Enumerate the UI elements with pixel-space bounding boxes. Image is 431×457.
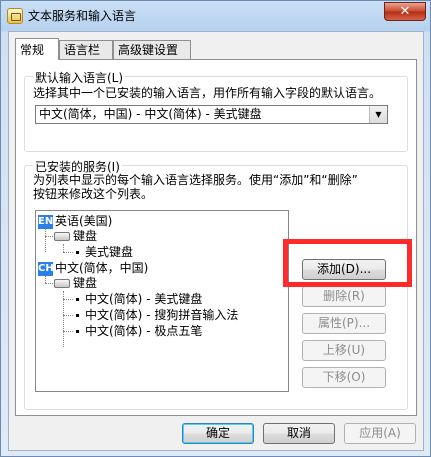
keyboard-icon	[54, 279, 70, 288]
properties-button[interactable]: 属性(P)...	[302, 313, 386, 334]
annotation-highlight-box	[283, 239, 412, 287]
tree-item[interactable]: 中文(简体) - 美式键盘	[76, 291, 202, 307]
tree-item-label: 美式键盘	[85, 245, 134, 259]
default-language-value: 中文(简体，中国) - 中文(简体) - 美式键盘	[39, 107, 262, 121]
language-badge-ch: CH	[38, 261, 54, 276]
tree-item-label: 中文(简体) - 美式键盘	[85, 292, 203, 306]
tree-connector	[63, 331, 73, 332]
bullet-icon	[76, 251, 79, 254]
keyboard-app-icon	[7, 8, 23, 24]
tree-group-label: 键盘	[73, 276, 98, 290]
default-language-description: 选择其中一个已安装的输入语言，用作所有输入字段的默认语言。	[33, 86, 382, 100]
tree-item[interactable]: 中文(简体) - 极点五笔	[76, 323, 202, 339]
language-badge-en: EN	[38, 214, 54, 229]
services-tree[interactable]: EN 英语(美国) 键盘 美式键盘 CH中文(简体，中国) 键盘 中文(简体) …	[35, 210, 289, 392]
tab-general[interactable]: 常规	[15, 38, 59, 60]
tree-node-english[interactable]: EN 英语(美国)	[38, 213, 112, 229]
default-language-group: 默认输入语言(L) 选择其中一个已安装的输入语言，用作所有输入字段的默认语言。 …	[24, 69, 408, 152]
tab-panel-general: 默认输入语言(L) 选择其中一个已安装的输入语言，用作所有输入字段的默认语言。 …	[15, 59, 417, 416]
tree-connector	[63, 244, 64, 252]
bullet-icon	[76, 330, 79, 333]
default-language-select[interactable]: 中文(简体，中国) - 中文(简体) - 美式键盘 ▼	[35, 105, 388, 124]
apply-button[interactable]: 应用(A)	[344, 423, 416, 444]
tab-advanced-key-settings[interactable]: 高级键设置	[113, 40, 191, 59]
move-down-button[interactable]: 下移(O)	[302, 367, 386, 388]
language-label: 中文(简体，中国)	[55, 261, 149, 275]
tree-node-english-keyboard[interactable]: 键盘	[54, 228, 97, 244]
language-label: 英语(美国)	[55, 214, 113, 228]
tree-item[interactable]: 中文(简体) - 搜狗拼音输入法	[76, 307, 238, 323]
dialog-window: 文本服务和输入语言 ✕ 常规 语言栏 高级键设置 默认输入语言(L) 选择其中一…	[0, 0, 431, 457]
move-up-button[interactable]: 上移(U)	[302, 340, 386, 361]
tree-connector	[63, 299, 73, 300]
bullet-icon	[76, 298, 79, 301]
installed-services-description-1: 为列表中显示的每个输入语言选择服务。使用“添加”和“删除”	[33, 173, 358, 187]
tree-group-label: 键盘	[73, 229, 98, 243]
title-bar[interactable]: 文本服务和输入语言 ✕	[1, 1, 430, 31]
chevron-down-icon[interactable]: ▼	[369, 106, 387, 123]
window-title: 文本服务和输入语言	[28, 9, 137, 23]
installed-services-group: 已安装的服务(I) 为列表中显示的每个输入语言选择服务。使用“添加”和“删除” …	[24, 158, 408, 410]
ok-button[interactable]: 确定	[182, 423, 254, 444]
tree-item-label: 中文(简体) - 搜狗拼音输入法	[85, 308, 239, 322]
tree-connector	[63, 252, 73, 253]
tree-connector	[45, 228, 46, 252]
default-language-title: 默认输入语言(L)	[33, 69, 126, 86]
tree-connector	[63, 315, 73, 316]
installed-services-description-2: 按钮来修改这个列表。	[33, 187, 154, 201]
remove-button[interactable]: 删除(R)	[302, 286, 386, 307]
close-button[interactable]: ✕	[384, 2, 426, 21]
tree-node-chinese[interactable]: CH中文(简体，中国)	[38, 260, 148, 276]
tree-connector	[45, 275, 46, 283]
tree-item[interactable]: 美式键盘	[76, 244, 133, 260]
tree-item-label: 中文(简体) - 极点五笔	[85, 324, 203, 338]
tree-node-chinese-keyboard[interactable]: 键盘	[54, 275, 97, 291]
tab-language-bar[interactable]: 语言栏	[59, 40, 113, 59]
cancel-button[interactable]: 取消	[263, 423, 335, 444]
bullet-icon	[76, 314, 79, 317]
keyboard-icon	[54, 232, 70, 241]
